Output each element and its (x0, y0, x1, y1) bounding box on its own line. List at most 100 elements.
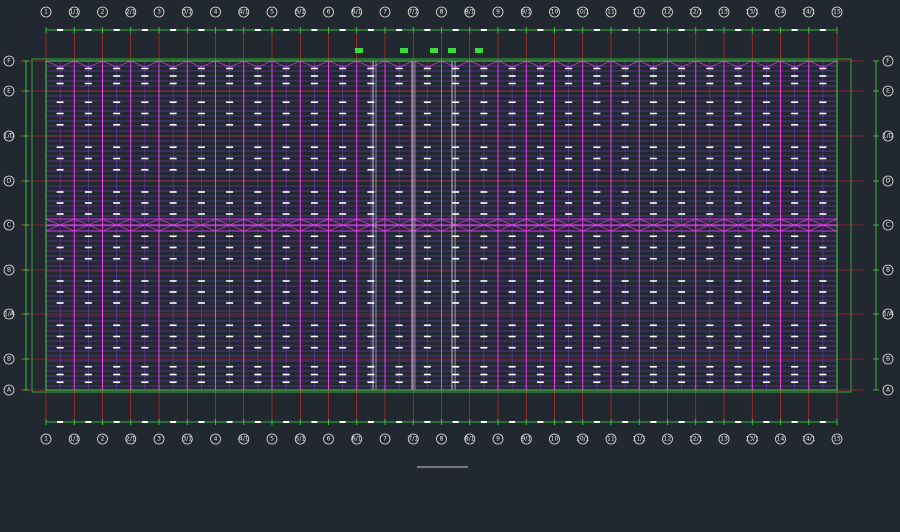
member-tag (423, 75, 431, 77)
member-tag (819, 291, 827, 293)
member-tag (480, 75, 488, 77)
member-tag (621, 280, 629, 282)
member-tag (423, 146, 431, 149)
member-tag (84, 202, 92, 204)
member-tag (197, 280, 205, 282)
member-tag (706, 335, 714, 338)
member-tag (282, 123, 290, 126)
member-tag (423, 381, 431, 384)
dimension-text-mark (735, 421, 742, 423)
dimension-text-mark (565, 29, 572, 31)
member-tag (536, 302, 544, 304)
member-tag (762, 82, 770, 85)
member-tag (113, 365, 121, 368)
member-tag (282, 365, 290, 368)
member-tag (480, 346, 488, 349)
member-tag (536, 82, 544, 85)
bubble-label: 9 (496, 436, 500, 443)
member-tag (254, 202, 262, 204)
member-tag (56, 191, 64, 193)
member-tag (367, 146, 375, 149)
member-tag (565, 324, 573, 327)
bubble-label: 10 (551, 436, 559, 443)
member-tag (649, 157, 657, 160)
member-tag (480, 146, 488, 149)
member-tag (84, 365, 92, 368)
dimension-text-mark (311, 29, 318, 31)
bubble-label: 8 (440, 436, 444, 443)
bubble-label: 10 (551, 9, 559, 16)
member-tag (762, 335, 770, 338)
member-tag (706, 365, 714, 368)
member-tag (254, 335, 262, 338)
member-tag (169, 257, 177, 260)
member-tag (282, 381, 290, 384)
member-tag (508, 101, 516, 104)
member-tag (197, 75, 205, 77)
member-tag (649, 346, 657, 349)
member-tag (84, 101, 92, 104)
dimension-text-mark (678, 29, 685, 31)
member-tag (56, 67, 64, 70)
bubble-label: B (886, 356, 890, 363)
member-tag (254, 381, 262, 384)
bubble-label: 14/1 (802, 436, 816, 443)
member-tag (367, 82, 375, 85)
dimension-text-mark (396, 29, 403, 31)
member-tag (282, 146, 290, 149)
member-tag (310, 157, 318, 160)
member-tag (169, 335, 177, 338)
member-tag (819, 280, 827, 282)
member-tag (536, 257, 544, 260)
member-tag (339, 291, 347, 293)
member-tag (791, 373, 799, 376)
bubble-label: B (886, 267, 890, 274)
roof-opening-mark (448, 48, 456, 53)
member-tag (84, 235, 92, 238)
member-tag (367, 157, 375, 160)
bubble-label: 13 (720, 9, 728, 16)
dimension-text-mark (283, 29, 290, 31)
member-tag (762, 346, 770, 349)
member-tag (762, 112, 770, 115)
member-tag (678, 335, 686, 338)
member-tag (226, 82, 234, 85)
member-tag (508, 324, 516, 327)
member-tag (593, 112, 601, 115)
member-tag (169, 67, 177, 70)
dimension-text-mark (311, 421, 318, 423)
member-tag (649, 280, 657, 282)
dimension-text-mark (367, 421, 374, 423)
member-tag (734, 291, 742, 293)
member-tag (678, 235, 686, 238)
member-tag (734, 235, 742, 238)
member-tag (508, 257, 516, 260)
member-tag (593, 146, 601, 149)
member-tag (367, 365, 375, 368)
member-tag (254, 67, 262, 70)
member-tag (141, 123, 149, 126)
member-tag (254, 75, 262, 77)
member-tag (819, 67, 827, 70)
member-tag (819, 246, 827, 249)
member-tag (113, 302, 121, 304)
member-tag (565, 280, 573, 282)
member-tag (254, 213, 262, 215)
member-tag (395, 157, 403, 160)
member-tag (593, 335, 601, 338)
member-tag (56, 365, 64, 368)
member-tag (621, 112, 629, 115)
cad-drawing-canvas[interactable]: 1 1/1 2 2/1 3 3/1 4 4/1 5 5/1 6 6/1 7 7/1 8 8/1 9 9/1 10 10… (0, 0, 900, 532)
member-tag (84, 373, 92, 376)
member-tag (762, 257, 770, 260)
member-tag (423, 324, 431, 327)
member-tag (254, 257, 262, 260)
member-tag (678, 123, 686, 126)
bubble-label: 1 (44, 436, 48, 443)
member-tag (621, 67, 629, 70)
bubble-label: 12/1 (689, 436, 703, 443)
member-tag (762, 202, 770, 204)
member-tag (536, 168, 544, 171)
member-tag (649, 257, 657, 260)
member-tag (310, 101, 318, 104)
